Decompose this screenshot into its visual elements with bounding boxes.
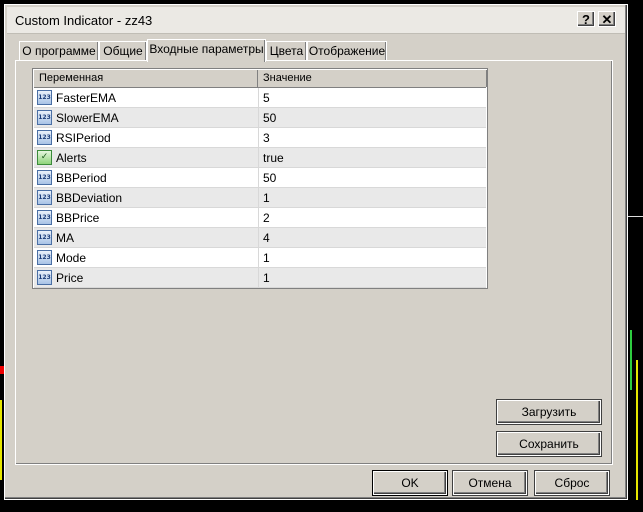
integer-icon: 123 (37, 170, 52, 185)
integer-icon: 123 (37, 90, 52, 105)
boolean-icon: ✓ (37, 150, 52, 165)
integer-icon: 123 (37, 210, 52, 225)
table-row[interactable]: 123 Mode 1 (34, 248, 486, 268)
row-value[interactable]: 1 (263, 251, 270, 265)
row-value[interactable]: 50 (263, 171, 276, 185)
row-name: Alerts (56, 151, 87, 165)
custom-indicator-dialog: Custom Indicator - zz43 ? ✕ О программе … (4, 4, 628, 500)
table-row[interactable]: 123 BBDeviation 1 (34, 188, 486, 208)
table-row[interactable]: 123 Price 1 (34, 268, 486, 288)
window-title: Custom Indicator - zz43 (15, 13, 153, 28)
row-value[interactable]: true (263, 151, 284, 165)
row-name: BBDeviation (56, 191, 123, 205)
tab-input-parameters[interactable]: Входные параметры (147, 39, 266, 62)
reset-button[interactable]: Сброс (535, 471, 609, 495)
table-row[interactable]: 123 RSIPeriod 3 (34, 128, 486, 148)
row-name: SlowerEMA (56, 111, 119, 125)
row-name: BBPrice (56, 211, 100, 225)
tab-display[interactable]: Отображение (307, 41, 387, 61)
chart-gridline (628, 216, 643, 217)
row-value[interactable]: 1 (263, 271, 270, 285)
help-button[interactable]: ? (577, 11, 595, 27)
column-header-value[interactable]: Значение (258, 70, 487, 87)
close-button[interactable]: ✕ (598, 11, 616, 27)
row-name: FasterEMA (56, 91, 117, 105)
row-name: BBPeriod (56, 171, 107, 185)
row-name: Mode (56, 251, 87, 265)
integer-icon: 123 (37, 130, 52, 145)
row-value[interactable]: 4 (263, 231, 270, 245)
save-button[interactable]: Сохранить (497, 432, 601, 456)
parameters-table: Переменная Значение 123 FasterEMA 5 123 … (32, 68, 488, 289)
cancel-button[interactable]: Отмена (453, 471, 527, 495)
table-header: Переменная Значение (34, 70, 487, 88)
integer-icon: 123 (37, 270, 52, 285)
integer-icon: 123 (37, 250, 52, 265)
table-row[interactable]: 123 SlowerEMA 50 (34, 108, 486, 128)
table-row[interactable]: 123 MA 4 (34, 228, 486, 248)
load-button[interactable]: Загрузить (497, 400, 601, 424)
row-value[interactable]: 50 (263, 111, 276, 125)
chart-line-yellow (636, 360, 638, 500)
integer-icon: 123 (37, 230, 52, 245)
table-row[interactable]: 123 BBPrice 2 (34, 208, 486, 228)
tab-common[interactable]: Общие (99, 41, 147, 61)
row-name: Price (56, 271, 84, 285)
row-value[interactable]: 2 (263, 211, 270, 225)
ok-button[interactable]: OK (373, 471, 447, 495)
row-value[interactable]: 5 (263, 91, 270, 105)
integer-icon: 123 (37, 190, 52, 205)
table-row[interactable]: 123 FasterEMA 5 (34, 88, 486, 108)
table-row[interactable]: ✓ Alerts true (34, 148, 486, 168)
tab-about[interactable]: О программе (19, 41, 99, 61)
column-header-variable[interactable]: Переменная (34, 70, 258, 87)
row-name: MA (56, 231, 74, 245)
table-row[interactable]: 123 BBPeriod 50 (34, 168, 486, 188)
row-value[interactable]: 1 (263, 191, 270, 205)
title-bar: Custom Indicator - zz43 ? ✕ (7, 7, 625, 34)
row-name: RSIPeriod (56, 131, 111, 145)
chart-line-yellow-left (0, 400, 2, 480)
tab-colors[interactable]: Цвета (266, 41, 307, 61)
integer-icon: 123 (37, 110, 52, 125)
chart-line-green (630, 330, 632, 390)
row-value[interactable]: 3 (263, 131, 270, 145)
